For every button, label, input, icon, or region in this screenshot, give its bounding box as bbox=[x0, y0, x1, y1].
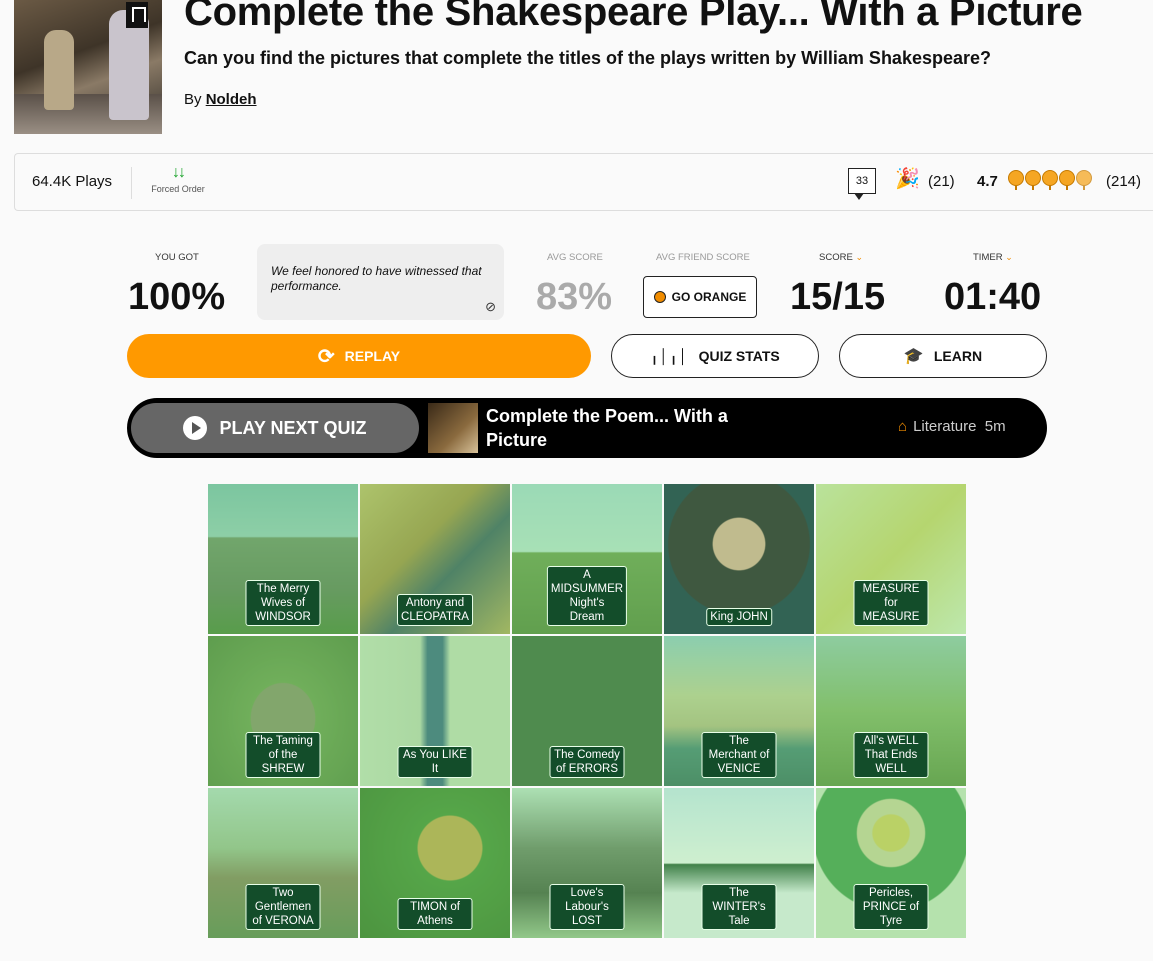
picture-tile[interactable]: As You LIKE It bbox=[360, 636, 510, 786]
avg-friend-score-label: AVG FRIEND SCORE bbox=[656, 252, 750, 263]
tile-caption: The Taming of the SHREW bbox=[245, 732, 321, 778]
tile-caption: As You LIKE It bbox=[397, 746, 473, 778]
result-message: We feel honored to have witnessed that p… bbox=[257, 244, 504, 320]
result-message-text: We feel honored to have witnessed that p… bbox=[271, 264, 482, 293]
next-quiz-duration: 5m bbox=[984, 418, 1006, 435]
orange-rating-icon bbox=[1076, 170, 1092, 190]
tile-caption: The Merry Wives of WINDSOR bbox=[245, 580, 321, 626]
picture-tile[interactable]: All's WELL That Ends WELL bbox=[816, 636, 966, 786]
score-value: 15/15 bbox=[790, 276, 886, 318]
go-orange-button[interactable]: GO ORANGE bbox=[643, 276, 757, 318]
picture-tile[interactable]: A MIDSUMMER Night's Dream bbox=[512, 484, 662, 634]
orange-rating-icon bbox=[1042, 170, 1058, 190]
chevron-down-icon: ⌄ bbox=[855, 252, 863, 262]
picture-tile[interactable]: The WINTER's Tale bbox=[664, 788, 814, 938]
avg-score-label: AVG SCORE bbox=[547, 252, 603, 263]
timer-label[interactable]: TIMER ⌄ bbox=[973, 252, 1013, 263]
orange-rating-icon bbox=[1008, 170, 1024, 190]
timer-value: 01:40 bbox=[944, 276, 1042, 318]
rating-count: (214) bbox=[1106, 173, 1142, 190]
tile-caption: Love's Labour's LOST bbox=[549, 884, 625, 930]
chevron-down-icon: ⌄ bbox=[1005, 252, 1013, 262]
tile-caption: The WINTER's Tale bbox=[701, 884, 777, 930]
refresh-icon: ⟳ bbox=[317, 345, 335, 368]
forced-order-label: Forced Order bbox=[151, 184, 205, 194]
picture-tile[interactable]: Pericles, PRINCE of Tyre bbox=[816, 788, 966, 938]
quiz-stats-bar: 64.4K Plays ↓↓ Forced Order 33 🎉 (21) 4.… bbox=[14, 153, 1153, 211]
quiz-stats-label: QUIZ STATS bbox=[698, 348, 780, 364]
picture-tile[interactable]: Love's Labour's LOST bbox=[512, 788, 662, 938]
category-icon: ⌂ bbox=[898, 418, 908, 435]
picture-tile[interactable]: MEASURE for MEASURE bbox=[816, 484, 966, 634]
play-count: 64.4K Plays bbox=[32, 173, 113, 190]
picture-grid: The Merry Wives of WINDSOR Antony and CL… bbox=[208, 484, 968, 939]
learn-button[interactable]: 🎓 LEARN bbox=[839, 334, 1047, 378]
timer-label-text: TIMER bbox=[973, 252, 1003, 263]
play-icon bbox=[183, 416, 208, 440]
tile-caption: The Merchant of VENICE bbox=[701, 732, 777, 778]
orange-rating-icon bbox=[1025, 170, 1041, 190]
forced-order-indicator: ↓↓ Forced Order bbox=[148, 164, 208, 194]
picture-tile[interactable]: King JOHN bbox=[664, 484, 814, 634]
page-title: Complete the Shakespeare Play... With a … bbox=[184, 0, 1083, 34]
avg-score-value: 83% bbox=[536, 276, 613, 318]
by-label: By bbox=[184, 91, 202, 108]
hide-eye-icon[interactable]: ⊘ bbox=[485, 299, 496, 314]
orange-rating-icon bbox=[1059, 170, 1075, 190]
picture-tile[interactable]: Two Gentlemen of VERONA bbox=[208, 788, 358, 938]
score-label[interactable]: SCORE ⌄ bbox=[819, 252, 863, 263]
next-quiz-category: Literature bbox=[913, 418, 977, 435]
comments-button[interactable]: 33 bbox=[848, 168, 876, 200]
picture-tile[interactable]: The Comedy of ERRORS bbox=[512, 636, 662, 786]
tile-caption: A MIDSUMMER Night's Dream bbox=[546, 566, 628, 626]
tile-caption: Pericles, PRINCE of Tyre bbox=[853, 884, 929, 930]
tile-caption: All's WELL That Ends WELL bbox=[853, 732, 929, 778]
next-quiz-meta: ⌂ Literature 5m bbox=[898, 418, 1006, 435]
tile-caption: The Comedy of ERRORS bbox=[549, 746, 625, 778]
play-next-quiz-button[interactable]: PLAY NEXT QUIZ bbox=[131, 403, 419, 453]
rating-value: 4.7 bbox=[977, 173, 998, 190]
party-popper-icon[interactable]: 🎉 bbox=[895, 166, 920, 191]
go-orange-label: GO ORANGE bbox=[671, 290, 747, 304]
author-link[interactable]: Noldeh bbox=[206, 91, 257, 108]
bar-chart-icon: ╷│╷│ bbox=[650, 347, 689, 364]
tile-caption: MEASURE for MEASURE bbox=[853, 580, 929, 626]
replay-button[interactable]: ⟳ REPLAY bbox=[127, 334, 591, 378]
bookmark-icon[interactable] bbox=[126, 2, 148, 28]
picture-tile[interactable]: The Merry Wives of WINDSOR bbox=[208, 484, 358, 634]
next-quiz-bar: PLAY NEXT QUIZ Complete the Poem... With… bbox=[127, 398, 1047, 458]
orange-icon bbox=[653, 291, 666, 303]
quiz-stats-button[interactable]: ╷│╷│ QUIZ STATS bbox=[611, 334, 819, 378]
byline: By Noldeh bbox=[184, 91, 257, 108]
you-got-label: YOU GOT bbox=[155, 252, 199, 263]
you-got-value: 100% bbox=[128, 276, 226, 318]
quiz-description: Can you find the pictures that complete … bbox=[184, 48, 992, 68]
divider bbox=[131, 167, 132, 199]
next-quiz-title[interactable]: Complete the Poem... With a Picture bbox=[486, 404, 776, 452]
tile-caption: Antony and CLEOPATRA bbox=[397, 594, 473, 626]
play-next-label: PLAY NEXT QUIZ bbox=[219, 417, 367, 438]
picture-tile[interactable]: TIMON of Athens bbox=[360, 788, 510, 938]
score-label-text: SCORE bbox=[819, 252, 853, 263]
tile-caption: King JOHN bbox=[706, 608, 772, 626]
graduation-cap-icon: 🎓 bbox=[903, 348, 924, 365]
tile-caption: Two Gentlemen of VERONA bbox=[245, 884, 321, 930]
reactions-count: (21) bbox=[928, 173, 955, 190]
next-quiz-thumbnail[interactable] bbox=[428, 403, 478, 453]
tile-caption: TIMON of Athens bbox=[397, 898, 473, 930]
sort-down-icon: ↓↓ bbox=[172, 164, 186, 181]
rating-oranges[interactable] bbox=[1008, 170, 1093, 191]
picture-tile[interactable]: Antony and CLEOPATRA bbox=[360, 484, 510, 634]
replay-label: REPLAY bbox=[344, 348, 401, 364]
learn-label: LEARN bbox=[933, 348, 983, 364]
picture-tile[interactable]: The Taming of the SHREW bbox=[208, 636, 358, 786]
picture-tile[interactable]: The Merchant of VENICE bbox=[664, 636, 814, 786]
